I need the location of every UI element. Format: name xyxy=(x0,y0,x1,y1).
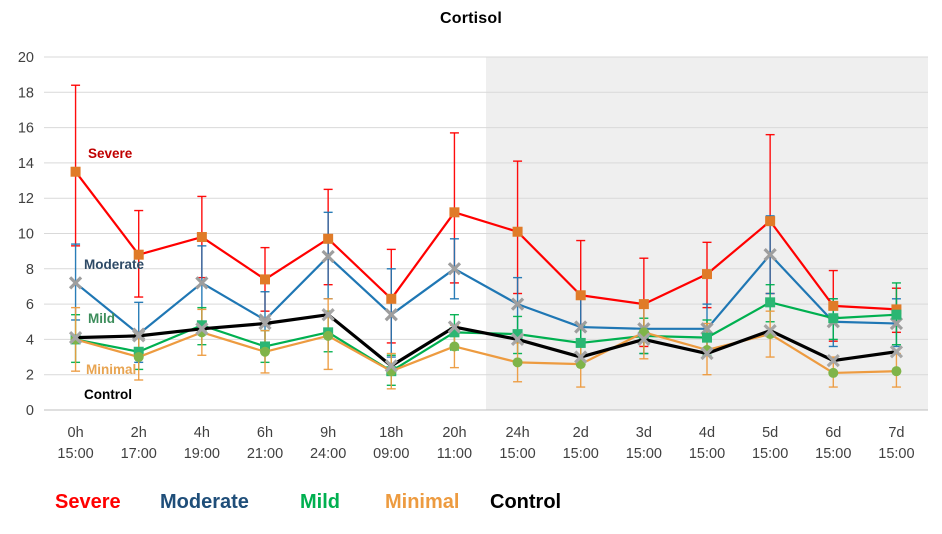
x-tick-primary: 2d xyxy=(572,425,589,441)
y-axis-tick-label: 2 xyxy=(26,368,34,384)
legend-item-moderate[interactable]: Moderate xyxy=(160,488,249,516)
x-axis-tick-7d: 7d 15:00 xyxy=(865,423,928,465)
x-tick-primary: 9h xyxy=(320,425,337,441)
inline-series-label-moderate: Moderate xyxy=(84,257,145,272)
x-tick-primary: 6d xyxy=(825,425,842,441)
y-axis-tick-label: 18 xyxy=(18,85,34,101)
x-tick-primary: 24h xyxy=(505,425,530,441)
x-tick-secondary: 15:00 xyxy=(57,446,94,462)
inline-series-label-control: Control xyxy=(84,387,132,402)
page-title: Cortisol xyxy=(439,10,503,27)
x-axis-tick-9h: 9h 24:00 xyxy=(297,423,360,465)
y-axis-tick-label: 12 xyxy=(18,191,34,207)
x-tick-secondary: 15:00 xyxy=(562,446,599,462)
x-axis-tick-0h: 0h 15:00 xyxy=(44,423,107,465)
legend-item-minimal[interactable]: Minimal xyxy=(385,488,459,516)
x-tick-secondary: 15:00 xyxy=(625,446,662,462)
x-tick-primary: 0h xyxy=(67,425,84,441)
chart-legend: Severe Moderate Mild Minimal Control xyxy=(0,488,942,528)
x-tick-primary: 2h xyxy=(130,425,147,441)
x-tick-secondary: 11:00 xyxy=(436,446,473,462)
y-axis-tick-label: 8 xyxy=(26,262,34,278)
x-tick-secondary: 21:00 xyxy=(246,446,284,462)
x-axis-tick-6d: 6d 15:00 xyxy=(802,423,865,465)
x-tick-secondary: 15:00 xyxy=(688,446,726,462)
x-tick-primary: 6h xyxy=(256,425,274,441)
x-tick-primary: 4h xyxy=(193,425,210,441)
y-axis-tick-label: 14 xyxy=(18,156,34,172)
x-tick-secondary: 24:00 xyxy=(309,446,347,462)
legend-item-severe[interactable]: Severe xyxy=(55,488,121,516)
inline-series-label-severe: Severe xyxy=(88,146,133,161)
x-axis-tick-labels: 0h 15:00 2h 17:00 4h 19:00 6h 21:00 9h 24:00 18h 09… xyxy=(0,423,942,473)
x-tick-primary: 3d xyxy=(635,425,652,441)
x-axis-tick-4d: 4d 15:00 xyxy=(675,423,738,465)
x-tick-primary: 7d xyxy=(888,425,905,441)
legend-item-control[interactable]: Control xyxy=(490,488,561,516)
x-axis-tick-2h: 2h 17:00 xyxy=(107,423,170,465)
y-axis-tick-label: 4 xyxy=(26,332,34,348)
x-axis-tick-4h: 4h 19:00 xyxy=(170,423,233,465)
inline-series-label-minimal: Minimal xyxy=(86,362,136,377)
x-tick-secondary: 15:00 xyxy=(499,446,536,462)
x-tick-secondary: 15:00 xyxy=(878,446,915,462)
y-axis-tick-label: 6 xyxy=(26,297,34,313)
legend-item-mild[interactable]: Mild xyxy=(300,488,340,516)
x-axis-tick-24h: 24h 15:00 xyxy=(486,423,549,465)
x-axis-tick-5d: 5d 15:00 xyxy=(739,423,802,465)
x-tick-primary: 18h xyxy=(379,425,404,441)
x-tick-secondary: 15:00 xyxy=(815,446,852,462)
x-axis-tick-3d: 3d 15:00 xyxy=(612,423,675,465)
x-tick-primary: 4d xyxy=(698,425,716,441)
y-axis-tick-label: 16 xyxy=(18,121,34,137)
y-axis-tick-label: 20 xyxy=(18,50,34,66)
x-tick-primary: 20h xyxy=(442,425,467,441)
x-tick-secondary: 15:00 xyxy=(751,446,789,462)
x-axis-tick-2d: 2d 15:00 xyxy=(549,423,612,465)
inline-series-label-mild: Mild xyxy=(88,311,115,326)
x-tick-secondary: 17:00 xyxy=(120,446,157,462)
plot-svg: 0 2 4 6 8 10 12 14 16 18 20 Severe Moderate Mild Minim… xyxy=(18,50,928,419)
x-axis-tick-6h: 6h 21:00 xyxy=(233,423,296,465)
y-axis-tick-label: 10 xyxy=(18,227,34,243)
x-tick-secondary: 19:00 xyxy=(183,446,220,462)
x-axis-tick-18h: 18h 09:00 xyxy=(360,423,423,465)
plot-area: 0 2 4 6 8 10 12 14 16 18 20 Severe Moderate Mild Minim… xyxy=(0,40,942,425)
x-axis-tick-20h: 20h 11:00 xyxy=(423,423,486,465)
x-tick-secondary: 09:00 xyxy=(373,446,410,462)
x-tick-primary: 5d xyxy=(762,425,779,441)
cortisol-chart: Cortisol 0 2 4 6 8 10 12 14 16 18 20 Severe Moderate… xyxy=(0,0,942,534)
y-axis-tick-label: 0 xyxy=(26,403,34,419)
